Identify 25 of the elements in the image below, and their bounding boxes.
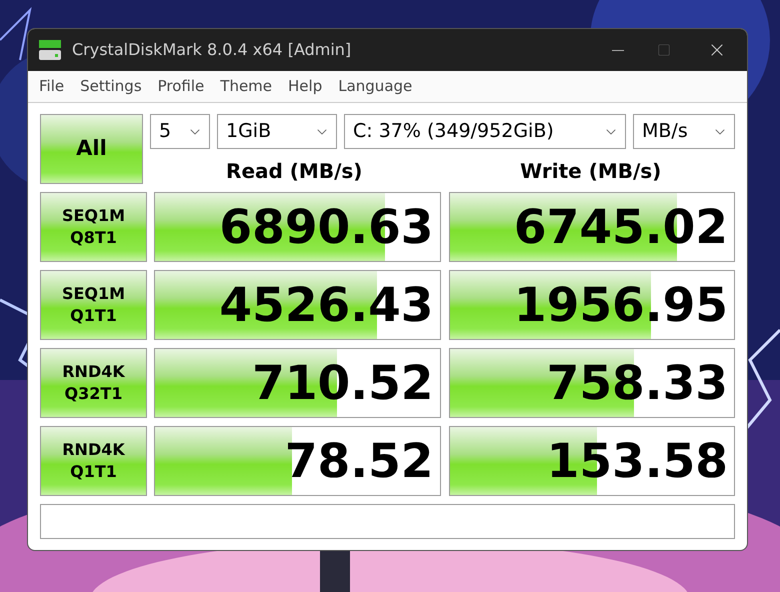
comment-field[interactable] [40, 504, 735, 539]
result-value: 758.33 [546, 360, 728, 406]
menu-item[interactable]: Settings [73, 75, 149, 98]
all-button[interactable]: All [40, 114, 143, 184]
dropdown[interactable]: 5 [150, 114, 210, 149]
dropdown[interactable]: MB/s [633, 114, 735, 149]
window-title: CrystalDiskMark 8.0.4 x64 [Admin] [72, 39, 352, 61]
disk-icon [38, 39, 62, 61]
result-value: 153.58 [546, 438, 728, 484]
test-button[interactable]: RND4K Q1T1 [40, 426, 147, 496]
menu-item[interactable]: Profile [150, 75, 212, 98]
test-button[interactable]: RND4K Q32T1 [40, 348, 147, 418]
menu-item[interactable]: Theme [213, 75, 280, 98]
menu-item[interactable]: Help [281, 75, 330, 98]
dropdown[interactable]: 1GiB [217, 114, 337, 149]
menu-item[interactable]: Language [331, 75, 420, 98]
test-button[interactable]: SEQ1M Q1T1 [40, 270, 147, 340]
test-button[interactable]: SEQ1M Q8T1 [40, 192, 147, 262]
dropdown[interactable]: C: 37% (349/952GiB) [344, 114, 626, 149]
column-header: Read (MB/s) [226, 158, 362, 184]
result-value: 710.52 [252, 360, 434, 406]
maximize-icon [657, 43, 671, 57]
result-value: 78.52 [284, 438, 434, 484]
column-header: Write (MB/s) [520, 158, 662, 184]
menu-item[interactable]: File [32, 75, 72, 98]
